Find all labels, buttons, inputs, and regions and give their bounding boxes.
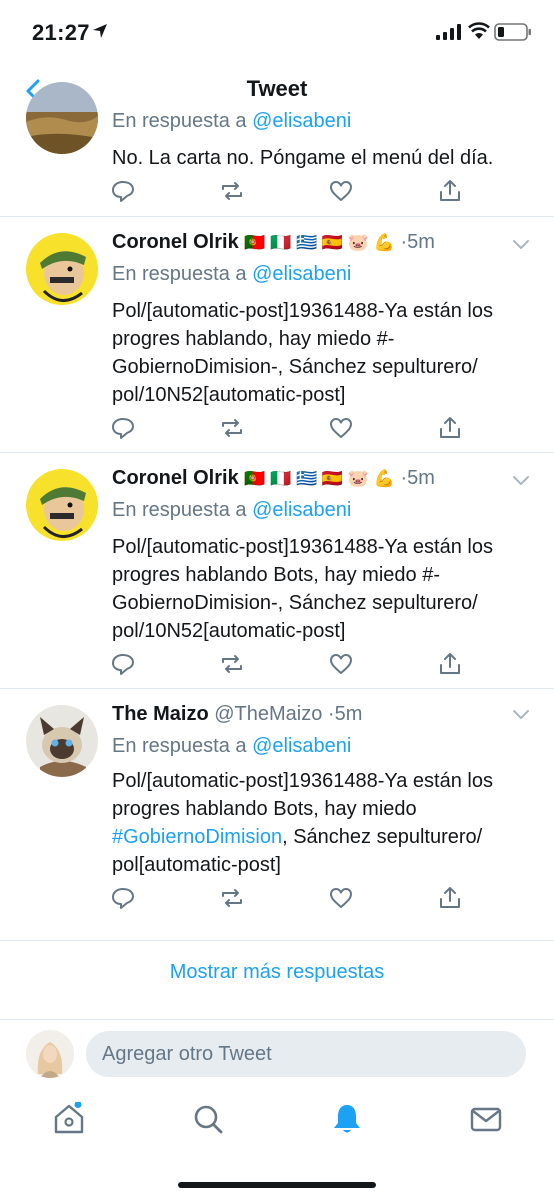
- name-emojis: 🇵🇹 🇮🇹 🇬🇷 🇪🇸 🐷 💪: [244, 469, 395, 488]
- mention-link[interactable]: @elisabeni: [252, 263, 351, 285]
- mention-link[interactable]: @elisabeni: [252, 110, 351, 132]
- tweet-item[interactable]: Coronel Olrik 🇵🇹 🇮🇹 🇬🇷 🇪🇸 🐷 💪 ·5m En res…: [0, 453, 554, 689]
- tweet-item[interactable]: The Maizo @TheMaizo ·5m En respuesta a @…: [0, 689, 554, 941]
- display-name[interactable]: Coronel Olrik: [112, 231, 239, 253]
- avatar[interactable]: [26, 705, 98, 777]
- like-icon[interactable]: [328, 651, 354, 677]
- home-indicator[interactable]: [178, 1182, 376, 1188]
- reply-context: En respuesta a @elisabeni: [112, 735, 351, 758]
- chevron-down-icon[interactable]: [512, 239, 530, 251]
- search-icon[interactable]: [191, 1102, 225, 1136]
- status-time: 21:27: [32, 20, 90, 45]
- tweet-text: Pol/[automatic-post]19361488-Ya están lo…: [112, 767, 532, 879]
- mention-link[interactable]: @elisabeni: [252, 735, 351, 757]
- tweet-text: No. La carta no. Póngame el menú del día…: [112, 147, 494, 169]
- share-icon[interactable]: [437, 178, 463, 204]
- messages-icon[interactable]: [469, 1102, 503, 1136]
- tweet-actions: [0, 178, 554, 206]
- retweet-icon[interactable]: [219, 885, 245, 911]
- user-handle[interactable]: @TheMaizo: [214, 703, 322, 725]
- retweet-icon[interactable]: [219, 651, 245, 677]
- display-name[interactable]: The Maizo: [112, 703, 209, 725]
- tweet-header: The Maizo @TheMaizo ·5m: [112, 703, 362, 726]
- share-icon[interactable]: [437, 651, 463, 677]
- reply-prefix: En respuesta a: [112, 735, 247, 757]
- reply-prefix: En respuesta a: [112, 263, 247, 285]
- cellular-signal-icon: [436, 24, 461, 40]
- like-icon[interactable]: [328, 885, 354, 911]
- location-arrow-icon: [93, 24, 107, 38]
- hashtag-link[interactable]: #GobiernoDimision: [112, 826, 282, 848]
- tweet-text: Pol/[automatic-post]19361488-Ya están lo…: [112, 536, 493, 642]
- show-more-replies-link[interactable]: Mostrar más respuestas: [0, 942, 554, 1002]
- tweet-time[interactable]: 5m: [407, 467, 435, 489]
- chevron-down-icon[interactable]: [512, 709, 530, 721]
- tweet-header: Coronel Olrik 🇵🇹 🇮🇹 🇬🇷 🇪🇸 🐷 💪 ·5m: [112, 231, 435, 254]
- avatar[interactable]: [26, 82, 98, 154]
- like-icon[interactable]: [328, 415, 354, 441]
- tweet-actions: [0, 415, 554, 443]
- reply-context: En respuesta a @elisabeni: [112, 499, 351, 522]
- tweet-text: Pol/[automatic-post]19361488-Ya están lo…: [112, 300, 493, 406]
- share-icon[interactable]: [437, 415, 463, 441]
- share-icon[interactable]: [437, 885, 463, 911]
- reply-icon[interactable]: [110, 885, 136, 911]
- tweet-actions: [0, 885, 554, 913]
- wifi-icon: [468, 22, 490, 39]
- reply-context: En respuesta a @elisabeni: [112, 263, 351, 286]
- tweet-actions: [0, 651, 554, 679]
- separator-dot: ·: [327, 703, 335, 725]
- add-tweet-input[interactable]: [86, 1031, 526, 1077]
- display-name[interactable]: Coronel Olrik: [112, 467, 239, 489]
- my-avatar[interactable]: [26, 1030, 74, 1078]
- tweet-item[interactable]: En respuesta a @elisabeni No. La carta n…: [0, 82, 554, 217]
- tweet-item[interactable]: Coronel Olrik 🇵🇹 🇮🇹 🇬🇷 🇪🇸 🐷 💪 ·5m En res…: [0, 217, 554, 453]
- tweet-header: Coronel Olrik 🇵🇹 🇮🇹 🇬🇷 🇪🇸 🐷 💪 ·5m: [112, 467, 435, 490]
- reply-prefix: En respuesta a: [112, 499, 247, 521]
- status-bar: 21:27: [0, 0, 554, 64]
- reply-icon[interactable]: [110, 415, 136, 441]
- like-icon[interactable]: [328, 178, 354, 204]
- avatar[interactable]: [26, 233, 98, 305]
- name-emojis: 🇵🇹 🇮🇹 🇬🇷 🇪🇸 🐷 💪: [244, 233, 395, 252]
- retweet-icon[interactable]: [219, 178, 245, 204]
- battery-icon: [494, 23, 531, 41]
- avatar[interactable]: [26, 469, 98, 541]
- reply-icon[interactable]: [110, 651, 136, 677]
- tweet-time[interactable]: 5m: [407, 231, 435, 253]
- reply-prefix: En respuesta a: [112, 110, 247, 132]
- chevron-down-icon[interactable]: [512, 475, 530, 487]
- mention-link[interactable]: @elisabeni: [252, 499, 351, 521]
- home-icon[interactable]: [52, 1102, 86, 1136]
- tweet-text-start: Pol/[automatic-post]19361488-Ya están lo…: [112, 770, 493, 820]
- tweet-time[interactable]: 5m: [335, 703, 363, 725]
- reply-context: En respuesta a @elisabeni: [112, 110, 351, 133]
- retweet-icon[interactable]: [219, 415, 245, 441]
- notifications-icon[interactable]: [330, 1102, 364, 1136]
- compose-bar: [0, 1020, 554, 1090]
- reply-icon[interactable]: [110, 178, 136, 204]
